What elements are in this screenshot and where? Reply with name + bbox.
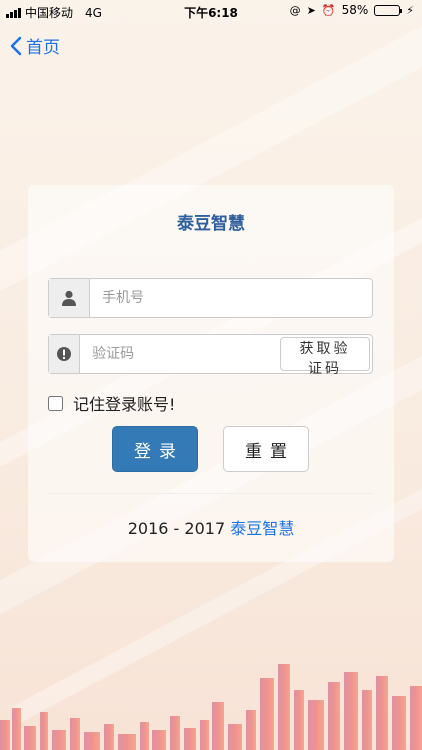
remember-checkbox[interactable] bbox=[48, 395, 63, 411]
footer-brand-link[interactable]: 泰豆智慧 bbox=[230, 519, 294, 538]
reset-button[interactable]: 重置 bbox=[223, 426, 309, 472]
code-input[interactable] bbox=[80, 335, 279, 373]
back-label: 首页 bbox=[26, 38, 60, 58]
location-icon: ➤ bbox=[306, 3, 316, 17]
charging-icon: ⚡ bbox=[406, 3, 414, 17]
footer: 2016 - 2017 泰豆智慧 bbox=[28, 515, 394, 539]
phone-input[interactable] bbox=[90, 279, 372, 317]
divider bbox=[48, 493, 374, 494]
footer-years: 2016 - 2017 bbox=[127, 519, 226, 538]
alarm-icon: ⏰ bbox=[321, 3, 336, 17]
app-title: 泰豆智慧 bbox=[177, 214, 245, 234]
rotation-lock-icon: @ bbox=[289, 3, 301, 17]
login-button[interactable]: 登录 bbox=[112, 426, 198, 472]
chevron-left-icon bbox=[10, 36, 22, 55]
phone-input-group bbox=[48, 278, 373, 318]
user-icon bbox=[49, 279, 90, 317]
login-card: 泰豆智慧 获取验证码 记住登录账号! 登录 重置 2016 - 2017 泰豆智… bbox=[28, 185, 394, 562]
code-input-group: 获取验证码 bbox=[48, 334, 373, 377]
remember-account[interactable]: 记住登录账号! bbox=[48, 391, 175, 415]
battery-icon bbox=[374, 4, 403, 16]
get-code-button[interactable]: 获取验证码 bbox=[280, 337, 370, 377]
remember-label: 记住登录账号! bbox=[73, 395, 176, 414]
exclamation-icon bbox=[49, 335, 81, 373]
status-bar: 中国移动 4G 下午6:18 @ ➤ ⏰ 58% ⚡ bbox=[0, 0, 422, 22]
city-skyline-illustration bbox=[0, 664, 422, 750]
battery-percent: 58% bbox=[341, 3, 369, 17]
back-button[interactable]: 首页 bbox=[10, 33, 60, 58]
